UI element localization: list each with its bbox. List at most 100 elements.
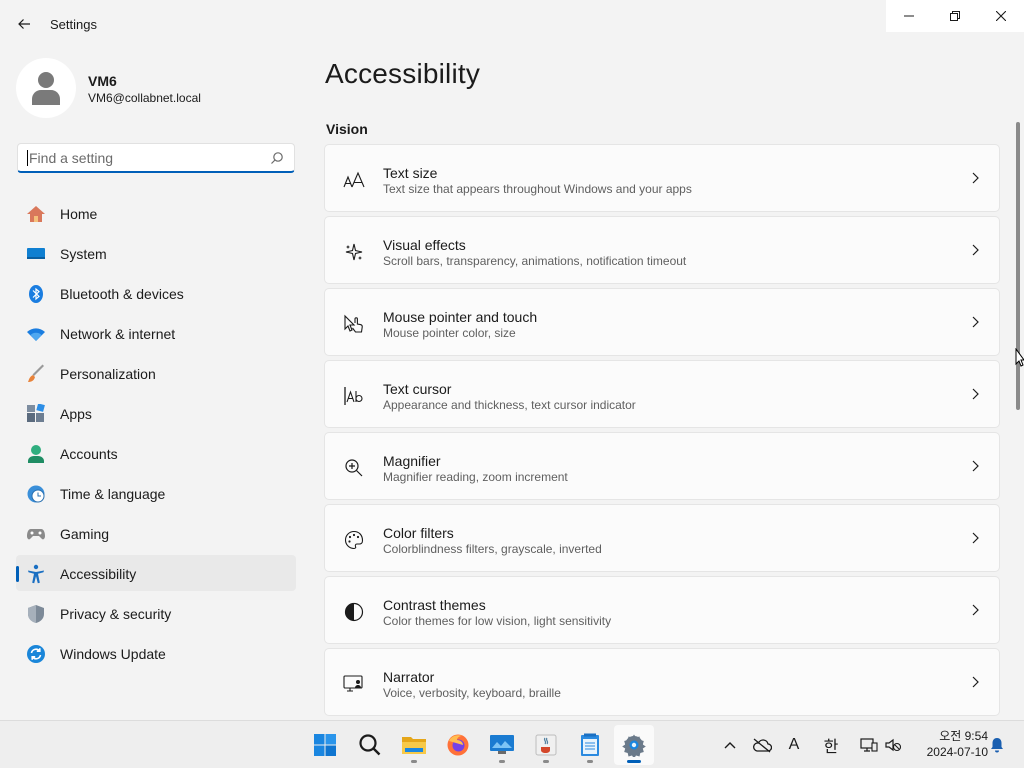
sidebar-item-label: Accounts xyxy=(60,446,118,462)
tray-network[interactable] xyxy=(858,733,880,757)
sidebar-item-network[interactable]: Network & internet xyxy=(16,315,296,351)
chevron-right-icon xyxy=(972,172,979,184)
tray-font-indicator[interactable]: A xyxy=(784,733,804,757)
taskbar-firefox[interactable] xyxy=(438,725,478,765)
sidebar-item-windows-update[interactable]: Windows Update xyxy=(16,635,296,671)
tray-ime-indicator[interactable]: 한 xyxy=(820,733,842,757)
sidebar-item-gaming[interactable]: Gaming xyxy=(16,515,296,551)
brush-icon xyxy=(26,364,46,384)
card-magnifier[interactable]: Magnifier Magnifier reading, zoom increm… xyxy=(324,432,1000,500)
sparkle-icon xyxy=(343,241,365,263)
contrast-icon xyxy=(343,601,365,623)
restore-button[interactable] xyxy=(932,0,978,32)
network-icon xyxy=(860,738,878,752)
narrator-icon xyxy=(343,673,365,695)
page-title: Accessibility xyxy=(325,58,481,89)
card-contrast-themes[interactable]: Contrast themes Color themes for low vis… xyxy=(324,576,1000,644)
card-description: Colorblindness filters, grayscale, inver… xyxy=(383,542,602,556)
palette-icon xyxy=(343,529,365,551)
tray-overflow-button[interactable] xyxy=(720,733,740,757)
taskbar: A 한 오전 9:54 2024-07-10 xyxy=(0,720,1024,768)
running-indicator xyxy=(411,760,417,763)
search-icon xyxy=(359,734,381,756)
card-description: Appearance and thickness, text cursor in… xyxy=(383,398,636,412)
card-title: Text cursor xyxy=(383,381,452,397)
card-text-size[interactable]: Text size Text size that appears through… xyxy=(324,144,1000,212)
start-button[interactable] xyxy=(305,725,345,765)
shield-icon xyxy=(26,604,46,624)
tray-onedrive[interactable] xyxy=(750,733,774,757)
sidebar-item-system[interactable]: System xyxy=(16,235,296,271)
card-title: Visual effects xyxy=(383,237,466,253)
close-icon xyxy=(996,11,1006,21)
taskbar-file-explorer[interactable] xyxy=(394,725,434,765)
sidebar-item-privacy[interactable]: Privacy & security xyxy=(16,595,296,631)
sidebar-item-label: Home xyxy=(60,206,98,222)
text-size-icon xyxy=(343,169,365,191)
taskbar-settings[interactable] xyxy=(614,725,654,765)
tray-volume[interactable] xyxy=(882,733,904,757)
pointer-touch-icon xyxy=(343,313,365,335)
sidebar-item-bluetooth[interactable]: Bluetooth & devices xyxy=(16,275,296,311)
minimize-button[interactable] xyxy=(886,0,932,32)
file-explorer-icon xyxy=(402,737,426,754)
remote-desktop-icon xyxy=(490,735,514,754)
sidebar-item-accessibility[interactable]: Accessibility xyxy=(16,555,296,591)
chevron-right-icon xyxy=(972,244,979,256)
sidebar-nav: Home System Bluetooth & devices Network … xyxy=(16,195,296,675)
sidebar-item-label: Accessibility xyxy=(60,566,137,582)
card-description: Scroll bars, transparency, animations, n… xyxy=(383,254,687,268)
clock-globe-icon xyxy=(26,484,46,504)
notification-bell-icon xyxy=(991,738,1003,753)
running-indicator xyxy=(587,760,593,763)
cloud-off-icon xyxy=(753,738,772,753)
tray-notifications[interactable] xyxy=(988,733,1006,757)
taskbar-remote-desktop[interactable] xyxy=(482,725,522,765)
sidebar-item-label: System xyxy=(60,246,107,262)
search-input[interactable]: Find a setting xyxy=(27,150,113,166)
taskbar-java[interactable] xyxy=(526,725,566,765)
update-icon xyxy=(26,644,46,664)
sidebar-item-label: Network & internet xyxy=(60,326,176,342)
gamepad-icon xyxy=(26,524,46,544)
sidebar-item-apps[interactable]: Apps xyxy=(16,395,296,431)
chevron-right-icon xyxy=(972,460,979,472)
card-title: Text size xyxy=(383,165,438,181)
restore-icon xyxy=(950,11,960,21)
window-controls xyxy=(886,0,1024,32)
close-button[interactable] xyxy=(978,0,1024,32)
card-mouse-pointer-touch[interactable]: Mouse pointer and touch Mouse pointer co… xyxy=(324,288,1000,356)
java-icon xyxy=(535,734,557,756)
card-color-filters[interactable]: Color filters Colorblindness filters, gr… xyxy=(324,504,1000,572)
chevron-right-icon xyxy=(972,316,979,328)
title-bar: Settings xyxy=(0,0,1024,48)
sidebar-item-label: Bluetooth & devices xyxy=(60,286,184,302)
card-description: Text size that appears throughout Window… xyxy=(383,182,692,196)
card-text-cursor[interactable]: Text cursor Appearance and thickness, te… xyxy=(324,360,1000,428)
card-description: Color themes for low vision, light sensi… xyxy=(383,614,612,628)
sidebar-item-personalization[interactable]: Personalization xyxy=(16,355,296,391)
settings-icon xyxy=(622,734,646,757)
card-narrator[interactable]: Narrator Voice, verbosity, keyboard, bra… xyxy=(324,648,1000,716)
taskbar-search-button[interactable] xyxy=(350,725,390,765)
card-visual-effects[interactable]: Visual effects Scroll bars, transparency… xyxy=(324,216,1000,284)
sidebar-item-home[interactable]: Home xyxy=(16,195,296,231)
back-button[interactable] xyxy=(10,10,38,38)
card-title: Mouse pointer and touch xyxy=(383,309,538,325)
mouse-cursor-icon xyxy=(1015,348,1024,367)
settings-list: Text size Text size that appears through… xyxy=(324,144,1000,720)
magnifier-icon xyxy=(343,457,365,479)
sidebar-item-time-language[interactable]: Time & language xyxy=(16,475,296,511)
sidebar-item-label: Apps xyxy=(60,406,92,422)
card-title: Contrast themes xyxy=(383,597,486,613)
home-icon xyxy=(26,204,46,224)
sidebar-item-accounts[interactable]: Accounts xyxy=(16,435,296,471)
search-box[interactable]: Find a setting xyxy=(17,143,295,173)
taskbar-notepad[interactable] xyxy=(570,725,610,765)
active-indicator xyxy=(627,760,641,763)
start-icon xyxy=(314,734,336,756)
clock-date: 2024-07-10 xyxy=(926,745,988,759)
running-indicator xyxy=(543,760,549,763)
taskbar-clock[interactable]: 오전 9:54 2024-07-10 xyxy=(912,728,988,760)
user-profile[interactable]: VM6 VM6@collabnet.local xyxy=(16,58,286,118)
